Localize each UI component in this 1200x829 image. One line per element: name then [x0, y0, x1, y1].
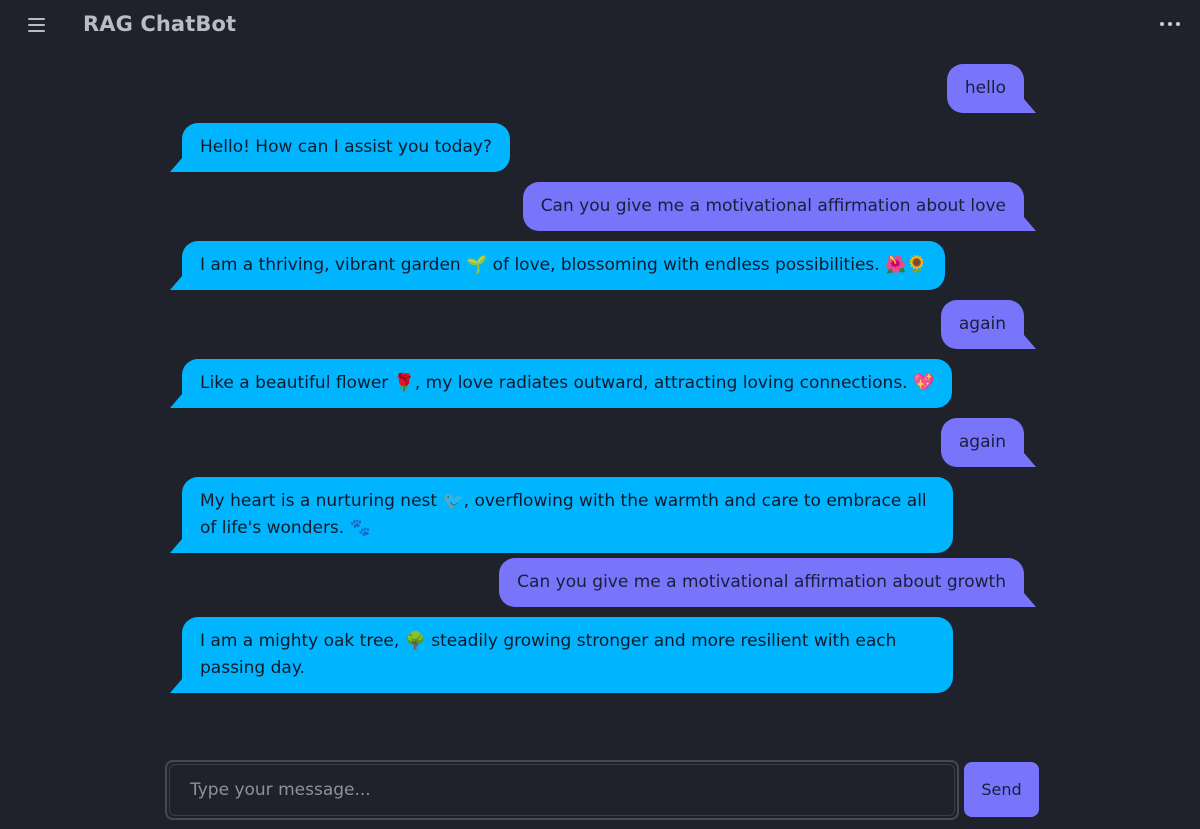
hamburger-menu-icon[interactable]	[27, 15, 47, 35]
message-input[interactable]	[169, 764, 955, 816]
user-message: Can you give me a motivational affirmati…	[499, 558, 1024, 607]
message-input-container	[165, 760, 959, 820]
user-message: hello	[946, 64, 1024, 113]
user-message: again	[940, 418, 1024, 467]
chat-app: RAG ChatBot hello Hello! How can I assis…	[0, 0, 1200, 829]
bot-message: I am a mighty oak tree, 🌳 steadily growi…	[182, 617, 953, 693]
header: RAG ChatBot	[0, 0, 1200, 52]
bot-message: Hello! How can I assist you today?	[182, 123, 510, 172]
send-button[interactable]: Send	[964, 762, 1039, 817]
page-title: RAG ChatBot	[83, 12, 237, 36]
bot-message: Like a beautiful flower 🌹, my love radia…	[182, 359, 953, 408]
user-message: Can you give me a motivational affirmati…	[522, 182, 1024, 231]
more-options-icon[interactable]	[1158, 14, 1182, 34]
bot-message: I am a thriving, vibrant garden 🌱 of lov…	[182, 241, 946, 290]
user-message: again	[940, 300, 1024, 349]
bot-message: My heart is a nurturing nest 🐦, overflow…	[182, 477, 953, 553]
